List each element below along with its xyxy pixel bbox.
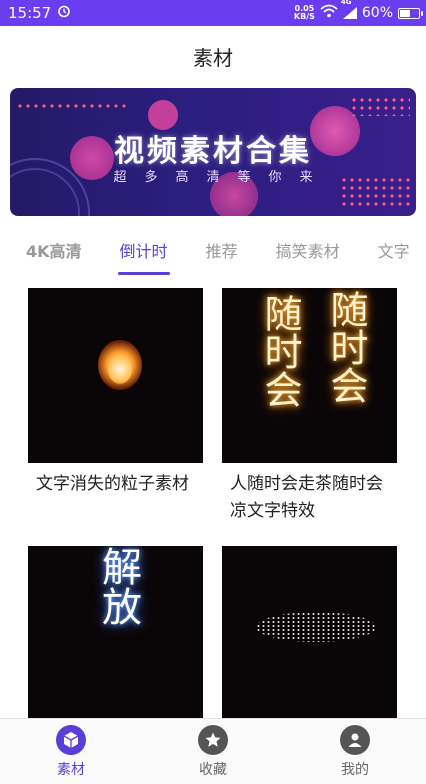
particle-cloud [256,612,376,642]
blue-glow-text: 解放 [95,546,141,626]
nav-label: 素材 [57,761,85,778]
glow-text-left: 随时会 [258,294,302,408]
page-title: 素材 [193,45,233,70]
network-speed: 0.05 KB/S [293,4,315,21]
glow-text-right: 随时会 [324,290,368,404]
cube-icon [56,724,86,755]
material-card[interactable]: 文字消失的粒子素材 [28,288,203,498]
tab-funny[interactable]: 搞笑素材 [276,228,340,276]
status-bar: 15:57 0.05 KB/S 4G 60% [0,0,426,26]
tab-text[interactable]: 文字 [378,228,410,276]
battery-icon [398,7,423,19]
nav-item-profile[interactable]: 我的 [284,719,426,784]
star-icon [198,724,228,755]
page-header: 素材 [0,26,426,86]
alarm-icon [57,4,71,22]
signal-icon: 4G [341,0,357,19]
material-grid: 文字消失的粒子素材 随时会 随时会 人随时会走茶随时会凉文字特效 解放 [0,288,426,718]
user-icon [340,724,370,755]
nav-label: 我的 [341,761,369,778]
material-card[interactable]: 随时会 随时会 人随时会走茶随时会凉文字特效 [222,288,397,525]
card-thumbnail: 解放 [28,546,203,718]
card-thumbnail [28,288,203,463]
banner-subtitle: 超多高清等你来 [113,170,331,185]
card-thumbnail [222,546,397,718]
bottom-navigation: 素材 收藏 我的 [0,718,426,784]
nav-label: 收藏 [199,761,227,778]
banner-decoration [16,102,126,112]
tab-recommend[interactable]: 推荐 [206,228,238,276]
tab-4k[interactable]: 4K高清 [26,228,82,276]
nav-item-materials[interactable]: 素材 [0,719,142,784]
wifi-icon [320,4,338,22]
material-card[interactable]: 解放 [28,546,203,718]
banner-title: 视频素材合集 [114,134,312,169]
nav-item-favorites[interactable]: 收藏 [142,719,284,784]
material-card[interactable] [222,546,397,718]
card-title: 人随时会走茶随时会凉文字特效 [230,474,383,521]
status-time: 15:57 [8,4,52,22]
tab-countdown[interactable]: 倒计时 [117,228,170,276]
card-title: 文字消失的粒子素材 [36,474,189,494]
category-tabs: 4K高清 倒计时 推荐 搞笑素材 文字 [0,228,426,276]
battery-percent: 60% [361,5,393,21]
banner-decoration [350,96,410,116]
banner[interactable]: 视频素材合集 超多高清等你来 [10,88,416,216]
card-thumbnail: 随时会 随时会 [222,288,397,463]
fire-particle [108,354,132,384]
